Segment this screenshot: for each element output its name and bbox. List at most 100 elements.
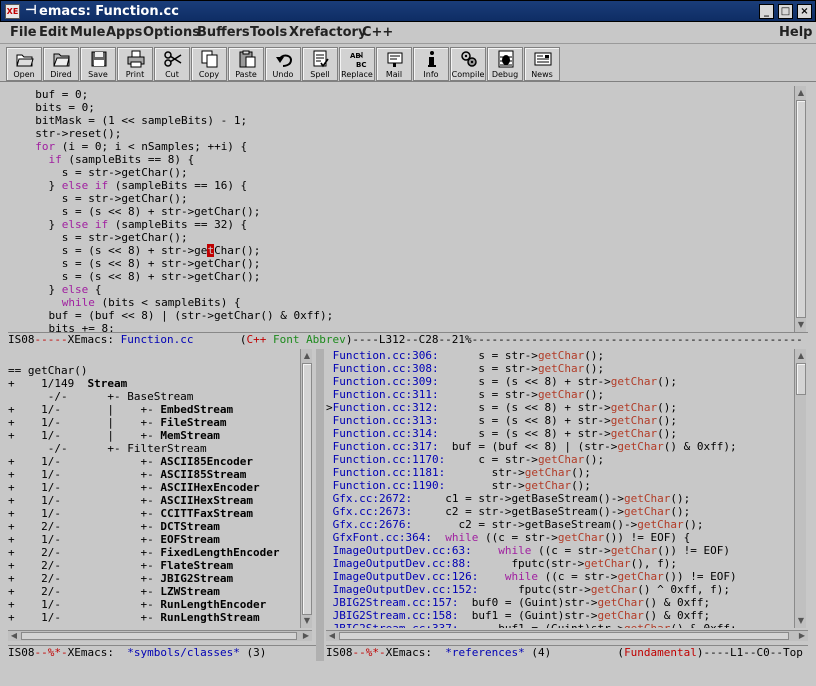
maximize-button[interactable]: □ <box>778 4 793 19</box>
editor-line[interactable]: buf = 0; <box>22 88 792 101</box>
scroll-down-icon[interactable]: ▼ <box>796 616 806 626</box>
editor-line[interactable]: } else if (sampleBits == 32) { <box>22 218 792 231</box>
editor-line[interactable]: bits = 0; <box>22 101 792 114</box>
symbol-row[interactable]: -/- +- FilterStream <box>8 442 298 455</box>
symbol-row[interactable]: + 2/- +- FixedLengthEncoder <box>8 546 298 559</box>
references-scroll-thumb[interactable] <box>796 363 806 395</box>
references-hscroll-thumb[interactable] <box>339 632 789 640</box>
editor-line[interactable]: bitMask = (1 << sampleBits) - 1; <box>22 114 792 127</box>
menu-cpp[interactable]: C++ <box>362 25 393 40</box>
cut-button[interactable]: Cut <box>154 47 190 81</box>
reference-row[interactable]: Function.cc:311: s = str->getChar(); <box>326 388 792 401</box>
reference-row[interactable]: JBIG2Stream.cc:337: buf1 = (Guint)str->g… <box>326 622 792 628</box>
editor-line[interactable]: } else { <box>22 283 792 296</box>
replace-button[interactable]: AB BC Replace <box>339 47 375 81</box>
symbol-row[interactable]: + 1/- +- RunLengthStream <box>8 611 298 624</box>
print-button[interactable]: Print <box>117 47 153 81</box>
menu-help[interactable]: Help <box>779 25 812 40</box>
editor-pane[interactable]: buf = 0; bits = 0; bitMask = (1 << sampl… <box>8 86 792 332</box>
editor-scroll-thumb[interactable] <box>796 100 806 318</box>
symbol-row[interactable]: + 1/149 Stream <box>8 377 298 390</box>
symbol-row[interactable]: + 1/- | +- EmbedStream <box>8 403 298 416</box>
save-button[interactable]: Save <box>80 47 116 81</box>
info-button[interactable]: Info <box>413 47 449 81</box>
reference-row[interactable]: JBIG2Stream.cc:158: buf1 = (Guint)str->g… <box>326 609 792 622</box>
editor-line[interactable]: while (bits < sampleBits) { <box>22 296 792 309</box>
menu-tools[interactable]: Tools <box>250 25 287 40</box>
symbols-pane[interactable]: == getChar() + 1/149 Stream -/- +- BaseSt… <box>8 349 298 628</box>
symbol-row[interactable]: + 1/- +- ASCII85Encoder <box>8 455 298 468</box>
reference-row[interactable]: Gfx.cc:2676: c2 = str->getBaseStream()->… <box>326 518 792 531</box>
editor-line[interactable]: if (sampleBits == 8) { <box>22 153 792 166</box>
open-button[interactable]: Open <box>6 47 42 81</box>
reference-row[interactable]: ImageOutputDev.cc:63: while ((c = str->g… <box>326 544 792 557</box>
menu-buffers[interactable]: Buffers <box>197 25 250 40</box>
editor-line[interactable]: s = (s << 8) + str->getChar(); <box>22 257 792 270</box>
symbol-row[interactable]: + 1/- | +- FileStream <box>8 416 298 429</box>
editor-line[interactable]: for (i = 0; i < nSamples; ++i) { <box>22 140 792 153</box>
editor-vertical-scrollbar[interactable]: ▲ ▼ <box>794 86 806 332</box>
scroll-right-icon[interactable]: ▶ <box>301 631 311 641</box>
symbol-row[interactable]: + 2/- +- FlateStream <box>8 559 298 572</box>
pin-icon[interactable]: ⊣ <box>25 3 37 18</box>
reference-row[interactable]: Gfx.cc:2673: c2 = str->getBaseStream()->… <box>326 505 792 518</box>
editor-line[interactable]: s = (s << 8) + str->getChar(); <box>22 270 792 283</box>
scroll-up-icon[interactable]: ▲ <box>796 88 806 98</box>
menu-options[interactable]: Options <box>143 25 200 40</box>
editor-line[interactable]: str->reset(); <box>22 127 792 140</box>
dired-button[interactable]: Dired <box>43 47 79 81</box>
reference-row[interactable]: Gfx.cc:2672: c1 = str->getBaseStream()->… <box>326 492 792 505</box>
menu-mule[interactable]: Mule <box>70 25 105 40</box>
scroll-left-icon[interactable]: ◀ <box>327 631 337 641</box>
scroll-down-icon[interactable]: ▼ <box>796 320 806 330</box>
news-button[interactable]: News <box>524 47 560 81</box>
scroll-left-icon[interactable]: ◀ <box>9 631 19 641</box>
editor-line[interactable]: s = str->getChar(); <box>22 192 792 205</box>
references-horizontal-scrollbar[interactable]: ◀ ▶ <box>326 630 808 641</box>
editor-line[interactable]: buf = (buf << 8) | (str->getChar() & 0xf… <box>22 309 792 322</box>
reference-row[interactable]: ImageOutputDev.cc:126: while ((c = str->… <box>326 570 792 583</box>
symbol-row[interactable]: + 1/- +- ASCIIHexStream <box>8 494 298 507</box>
mail-button[interactable]: Mail <box>376 47 412 81</box>
symbol-row[interactable]: + 1/- +- ASCII85Stream <box>8 468 298 481</box>
symbol-row[interactable]: + 1/- | +- MemStream <box>8 429 298 442</box>
symbol-row[interactable]: + 2/- +- JBIG2Stream <box>8 572 298 585</box>
reference-row[interactable]: JBIG2Stream.cc:157: buf0 = (Guint)str->g… <box>326 596 792 609</box>
symbols-scroll-thumb[interactable] <box>302 363 312 615</box>
debug-button[interactable]: Debug <box>487 47 523 81</box>
symbol-row[interactable]: + 2/- +- LZWStream <box>8 585 298 598</box>
symbol-row[interactable]: == getChar() <box>8 364 298 377</box>
reference-row[interactable]: Function.cc:1190: str->getChar(); <box>326 479 792 492</box>
menu-xrefactory[interactable]: Xrefactory <box>289 25 366 40</box>
symbol-row[interactable]: + 2/- +- DCTStream <box>8 520 298 533</box>
reference-row[interactable]: Function.cc:317: buf = (buf << 8) | (str… <box>326 440 792 453</box>
pane-divider[interactable] <box>316 349 324 661</box>
references-vertical-scrollbar[interactable]: ▲ ▼ <box>794 349 806 628</box>
scroll-down-icon[interactable]: ▼ <box>302 616 312 626</box>
menu-apps[interactable]: Apps <box>106 25 142 40</box>
paste-button[interactable]: Paste <box>228 47 264 81</box>
editor-line[interactable]: s = (s << 8) + str->getChar(); <box>22 244 792 257</box>
scroll-right-icon[interactable]: ▶ <box>797 631 807 641</box>
symbol-row[interactable]: + 1/- +- EOFStream <box>8 533 298 546</box>
symbol-row[interactable] <box>8 351 298 364</box>
reference-row[interactable]: Function.cc:308: s = str->getChar(); <box>326 362 792 375</box>
title-bar[interactable]: XE ⊣ emacs: Function.cc _ □ × <box>0 0 816 22</box>
close-button[interactable]: × <box>797 4 812 19</box>
compile-button[interactable]: Compile <box>450 47 486 81</box>
xemacs-app-icon[interactable]: XE <box>5 4 20 19</box>
undo-button[interactable]: Undo <box>265 47 301 81</box>
reference-row[interactable]: Function.cc:314: s = (s << 8) + str->get… <box>326 427 792 440</box>
reference-row[interactable]: Function.cc:309: s = (s << 8) + str->get… <box>326 375 792 388</box>
symbol-row[interactable]: -/- +- BaseStream <box>8 390 298 403</box>
symbols-hscroll-thumb[interactable] <box>21 632 297 640</box>
editor-line[interactable]: s = str->getChar(); <box>22 166 792 179</box>
spell-button[interactable]: Spell <box>302 47 338 81</box>
editor-line[interactable]: s = str->getChar(); <box>22 231 792 244</box>
minimize-button[interactable]: _ <box>759 4 774 19</box>
scroll-up-icon[interactable]: ▲ <box>796 351 806 361</box>
menu-file[interactable]: File <box>10 25 37 40</box>
editor-line[interactable]: } else if (sampleBits == 16) { <box>22 179 792 192</box>
symbols-vertical-scrollbar[interactable]: ▲ ▼ <box>300 349 312 628</box>
editor-line[interactable]: bits += 8; <box>22 322 792 332</box>
